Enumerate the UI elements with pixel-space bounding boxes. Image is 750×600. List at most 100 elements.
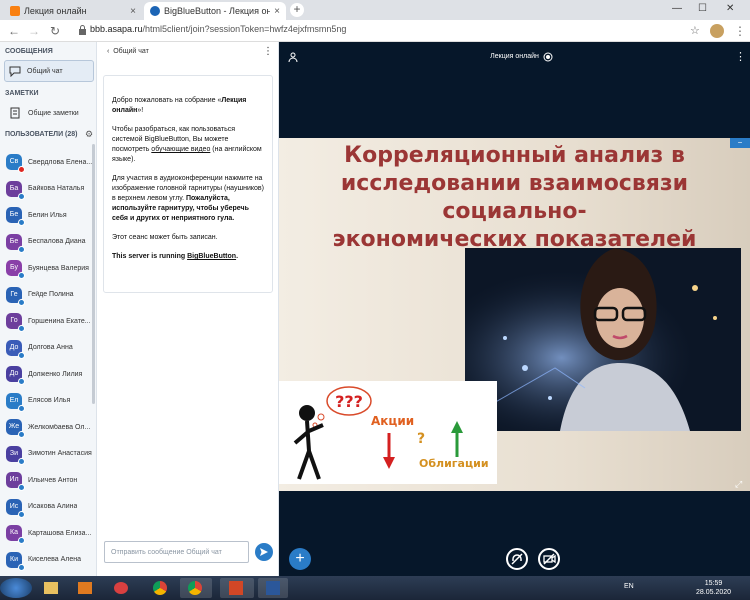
mic-icon xyxy=(18,510,25,518)
chat-options-icon[interactable]: ⋮ xyxy=(263,46,273,57)
record-icon[interactable] xyxy=(543,52,553,62)
slide-photo xyxy=(465,248,741,431)
maximize-icon[interactable]: ☐ xyxy=(698,3,707,14)
user-list-item[interactable]: Зи Зимотин Анастасия xyxy=(6,444,94,465)
mic-icon xyxy=(18,484,25,491)
video-off-button[interactable] xyxy=(538,548,560,570)
slide-cartoon: ??? Акции ? Облигации xyxy=(279,381,497,484)
mic-icon xyxy=(18,298,25,306)
bbb-favicon-icon xyxy=(150,6,160,16)
user-list-item[interactable]: Ел Елясов Илья xyxy=(6,391,94,412)
mic-icon xyxy=(18,272,25,279)
avatar: Ка xyxy=(6,525,25,544)
user-list-item[interactable]: Бу Буянцева Валерия xyxy=(6,258,94,279)
user-list-item[interactable]: До Долгова Анна xyxy=(6,338,94,359)
settings-gear-icon[interactable]: ⚙ xyxy=(85,129,93,140)
screen: Лекция онлайн × BigBlueButton - Лекция о… xyxy=(0,0,750,600)
tab-bigbluebutton[interactable]: BigBlueButton - Лекция онлайн × xyxy=(144,2,286,20)
chat-icon xyxy=(9,66,21,77)
user-name: Елясов Илья xyxy=(28,397,71,404)
url-field[interactable]: bbb.asapa.ru/html5client/join?sessionTok… xyxy=(90,24,346,34)
shared-notes-item[interactable]: Общие заметки xyxy=(4,104,94,122)
user-name: Желкомбаева Ол... xyxy=(28,423,91,431)
snipping-tool-taskbar-icon[interactable] xyxy=(110,578,136,598)
close-window-icon[interactable]: ✕ xyxy=(726,3,734,14)
media-player-taskbar-icon[interactable] xyxy=(74,578,96,598)
user-list-item[interactable]: Ка Карташова Елиза... xyxy=(6,523,94,544)
minimize-presentation-button[interactable]: − xyxy=(730,138,750,148)
user-name: Горшенина Екате... xyxy=(28,317,91,325)
user-list-item[interactable]: Ге Гейде Полина xyxy=(6,285,94,306)
tab-lecture[interactable]: Лекция онлайн × xyxy=(4,2,142,20)
avatar: Бу xyxy=(6,260,25,279)
bookmark-star-icon[interactable]: ☆ xyxy=(690,24,700,37)
user-name: Байкова Наталья xyxy=(28,185,85,192)
mic-icon xyxy=(18,457,25,465)
woman-with-glasses-image xyxy=(465,248,741,431)
audio-muted-button[interactable] xyxy=(506,548,528,570)
user-list-item[interactable]: До Долженко Лилия xyxy=(6,364,94,385)
language-indicator[interactable]: EN xyxy=(624,583,634,590)
user-name: Ильичев Антон xyxy=(28,476,78,484)
user-name: Белин Илья xyxy=(28,211,67,219)
mic-icon xyxy=(18,404,25,412)
avatar: Ис xyxy=(6,498,25,518)
chrome-taskbar-icon[interactable] xyxy=(150,578,176,598)
user-list-item[interactable]: Же Желкомбаева Ол... xyxy=(6,417,94,438)
mic-muted-icon xyxy=(18,166,25,173)
tutorial-videos-link[interactable]: обучающие видео xyxy=(151,146,210,153)
notes-section-title: ЗАМЕТКИ xyxy=(5,90,39,97)
system-clock[interactable]: 15:59 28.05.2020 xyxy=(696,579,731,597)
user-list-item[interactable]: Ис Исакова Алина xyxy=(6,497,94,518)
avatar: Го xyxy=(6,313,25,332)
reload-icon[interactable]: ↻ xyxy=(50,24,60,38)
user-list-item[interactable]: Ки Киселева Алена xyxy=(6,550,94,571)
user-list-item[interactable]: Го Горшенина Екате... xyxy=(6,311,94,332)
windows-taskbar: EN 15:59 28.05.2020 xyxy=(0,576,750,600)
bonds-label: Облигации xyxy=(419,457,489,470)
user-list-item[interactable]: Бе Белин Илья xyxy=(6,205,94,226)
user-name: Карташова Елиза... xyxy=(28,529,92,537)
options-menu-icon[interactable]: ⋮ xyxy=(735,50,746,63)
chat-header[interactable]: ‹ Общий чат xyxy=(107,48,149,55)
presentation-area: Лекция онлайн ⋮ Корреляционный анализ в … xyxy=(279,42,750,576)
user-list-item[interactable]: Св Свердлова Елена... xyxy=(6,152,94,173)
close-tab-icon[interactable]: × xyxy=(274,6,280,17)
send-icon xyxy=(260,548,268,556)
user-list-item[interactable]: Ба Байкова Наталья xyxy=(6,179,94,200)
powerpoint-taskbar-icon[interactable] xyxy=(220,578,254,598)
word-taskbar-icon[interactable] xyxy=(258,578,288,598)
user-name: Киселева Алена xyxy=(28,556,82,563)
mic-icon xyxy=(18,351,25,359)
avatar: Ба xyxy=(6,180,25,200)
fullscreen-icon[interactable]: ⤢ xyxy=(735,479,742,490)
presentation-toolbar: Лекция онлайн ⋮ xyxy=(279,42,750,72)
question-marks-text: ??? xyxy=(335,392,363,411)
slide-title: Корреляционный анализ в исследовании вза… xyxy=(332,143,697,252)
user-name: Долженко Лилия xyxy=(28,370,83,378)
user-list-scrollbar[interactable] xyxy=(92,144,95,404)
user-name: Гейде Полина xyxy=(28,291,74,298)
back-icon[interactable]: ← xyxy=(8,24,20,38)
minimize-icon[interactable]: — xyxy=(672,3,682,14)
start-button[interactable] xyxy=(0,578,32,598)
send-message-button[interactable] xyxy=(255,543,273,561)
user-name: Зимотин Анастасия xyxy=(28,450,92,457)
public-chat-item[interactable]: Общий чат xyxy=(4,60,94,82)
user-list-item[interactable]: Бе Беспалова Диана xyxy=(6,232,94,253)
question-mark-text: ? xyxy=(417,431,425,447)
chat-message-input[interactable]: Отправить сообщение Общий чат xyxy=(104,541,249,563)
new-tab-button[interactable]: + xyxy=(290,3,304,17)
actions-plus-button[interactable]: + xyxy=(289,548,311,570)
forward-icon[interactable]: → xyxy=(28,24,40,38)
welcome-message: Добро пожаловать на собрание «Лекция онл… xyxy=(103,75,273,293)
bigbluebutton-link[interactable]: BigBlueButton xyxy=(187,253,236,260)
chat-panel: ‹ Общий чат ⋮ Добро пожаловать на собран… xyxy=(97,42,279,576)
close-tab-icon[interactable]: × xyxy=(130,6,136,17)
user-name: Свердлова Елена... xyxy=(28,158,93,166)
profile-avatar[interactable] xyxy=(710,24,724,38)
chrome-active-taskbar-icon[interactable] xyxy=(180,578,212,598)
browser-menu-icon[interactable]: ⋮ xyxy=(734,24,746,38)
explorer-taskbar-icon[interactable] xyxy=(40,578,62,598)
user-list-item[interactable]: Ил Ильичев Антон xyxy=(6,470,94,491)
